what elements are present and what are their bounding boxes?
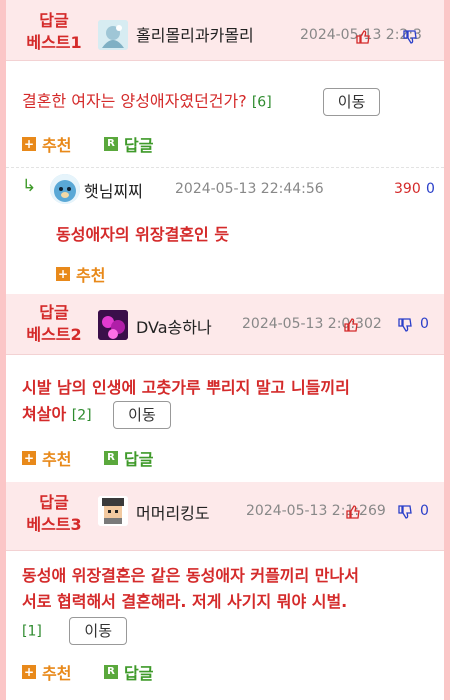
best-label: 답글 베스트3 [26, 493, 82, 534]
thumbs-down-icon[interactable] [398, 505, 412, 519]
avatar[interactable] [98, 20, 128, 50]
thumbs-up-icon[interactable] [344, 318, 358, 332]
upvote-count: 390 [394, 181, 421, 197]
reply-r-icon: R [104, 665, 118, 679]
thumbs-down-icon[interactable] [403, 30, 417, 44]
comment-text: 동성애자의 위장결혼인 듯 [56, 225, 230, 244]
best-label: 답글 베스트2 [26, 303, 82, 344]
reply-arrow-icon: ↳ [22, 176, 37, 196]
plus-icon: + [22, 665, 36, 679]
move-button[interactable]: 이동 [69, 617, 128, 645]
nickname[interactable]: DVa송하나 [136, 314, 212, 338]
reply-button[interactable]: R 답글 [104, 132, 153, 156]
comment-text: 동성애 위장결혼은 같은 동성애자 커플끼리 만나서 서로 협력해서 결혼해라.… [22, 563, 359, 645]
comment-text: 결혼한 여자는 양성애자였던건가? [6] 이동 [22, 88, 381, 116]
move-button[interactable]: 이동 [113, 401, 171, 429]
reply-r-icon: R [104, 137, 118, 151]
reply-r-icon: R [104, 451, 118, 465]
comment-text: 시발 남의 인생에 고춧가루 뿌리지 말고 니들끼리 쳐살아 [2] 이동 [22, 375, 350, 429]
plus-icon: + [22, 451, 36, 465]
comment-list: 답글 베스트1 홀리몰리과카몰리 2024-05-13 2:2:3 결혼한 여자… [6, 0, 444, 700]
date: 2024-05-13 22:44:56 [175, 181, 324, 197]
date-overlap: 2024-05-13 2:0:302 [242, 316, 382, 332]
downvote-count: 0 [420, 503, 429, 519]
downvote-count: 0 [420, 316, 429, 332]
reply-count: [2] [71, 407, 92, 424]
reply-button[interactable]: R 답글 [104, 660, 153, 684]
reply-count: [1] [22, 623, 42, 640]
nickname[interactable]: 햇님찌찌 [84, 178, 143, 202]
avatar[interactable] [98, 496, 128, 526]
date-overlap: 2024-05-13 2:1:269 [246, 503, 386, 519]
plus-icon: + [22, 137, 36, 151]
best-comment-header: 답글 베스트3 머머리킹도 2024-05-13 2:1:269 0 [6, 482, 444, 551]
avatar[interactable] [98, 310, 128, 340]
recommend-button[interactable]: + 추천 [56, 262, 105, 286]
divider [6, 167, 444, 168]
recommend-button[interactable]: + 추천 [22, 446, 71, 470]
best-comment-header: 답글 베스트1 홀리몰리과카몰리 2024-05-13 2:2:3 [6, 0, 444, 61]
plus-icon: + [56, 267, 70, 281]
thumbs-up-icon[interactable] [346, 505, 360, 519]
best-comment-header: 답글 베스트2 DVa송하나 2024-05-13 2:0:302 0 [6, 294, 444, 355]
recommend-button[interactable]: + 추천 [22, 132, 71, 156]
move-button[interactable]: 이동 [322, 88, 381, 116]
thumbs-up-icon[interactable] [356, 30, 370, 44]
downvote-count: 0 [426, 181, 435, 197]
recommend-button[interactable]: + 추천 [22, 660, 71, 684]
reply-count: [6] [251, 94, 272, 111]
avatar[interactable] [50, 174, 80, 204]
thumbs-down-icon[interactable] [398, 318, 412, 332]
best-label: 답글 베스트1 [26, 11, 82, 52]
nickname[interactable]: 머머리킹도 [136, 500, 210, 524]
reply-button[interactable]: R 답글 [104, 446, 153, 470]
nickname[interactable]: 홀리몰리과카몰리 [136, 22, 254, 46]
